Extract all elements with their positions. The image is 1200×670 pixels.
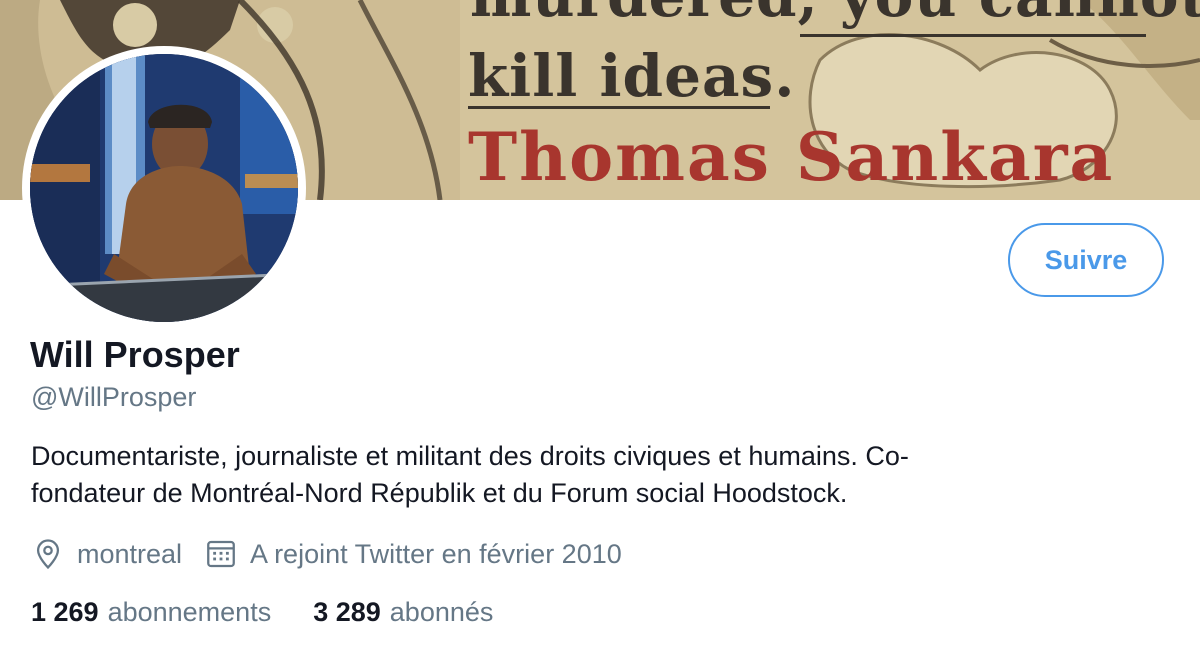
- banner-underline: [468, 106, 770, 109]
- display-name: Will Prosper: [30, 334, 240, 375]
- profile-bio: Documentariste, journaliste et militant …: [31, 438, 1111, 512]
- profile-page: murdered, you cannot kill ideas. Thomas …: [0, 0, 1200, 670]
- avatar-photo: [30, 54, 298, 322]
- followers-count: 3 289: [313, 596, 381, 627]
- follow-button[interactable]: Suivre: [1008, 223, 1164, 297]
- joined-item: A rejoint Twitter en février 2010: [204, 537, 622, 571]
- user-handle: @WillProsper: [31, 382, 197, 412]
- profile-stats: 1 269 abonnements 3 289 abonnés: [31, 592, 493, 632]
- following-link[interactable]: 1 269 abonnements: [31, 597, 271, 628]
- bio-line: fondateur de Montréal-Nord Républik et d…: [31, 478, 848, 508]
- avatar[interactable]: [30, 54, 298, 322]
- joined-text: A rejoint Twitter en février 2010: [250, 538, 622, 569]
- banner-quote-line2: kill ideas.: [468, 42, 796, 110]
- location-pin-icon: [36, 539, 60, 570]
- following-label: abonnements: [107, 596, 272, 627]
- bio-line: Documentariste, journaliste et militant …: [31, 441, 909, 471]
- banner-underline: [800, 34, 1146, 37]
- calendar-icon: [207, 540, 235, 568]
- followers-link[interactable]: 3 289 abonnés: [313, 597, 493, 628]
- location-text: montreal: [77, 538, 183, 569]
- followers-label: abonnés: [389, 596, 494, 627]
- banner-quote-line1: murdered, you cannot: [470, 0, 1200, 30]
- banner-quote-author: Thomas Sankara: [468, 118, 1115, 196]
- profile-meta: montreal A rejoint Twitter en février 20…: [31, 534, 622, 574]
- location-item: montreal: [31, 537, 182, 571]
- following-count: 1 269: [31, 596, 99, 627]
